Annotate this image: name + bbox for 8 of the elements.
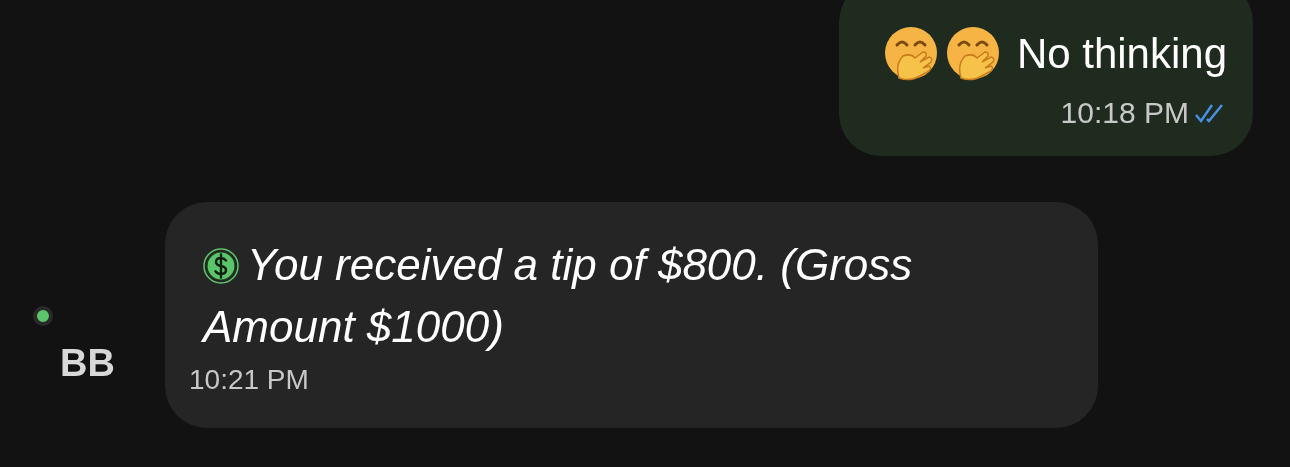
hand-over-mouth-emoji-icon	[882, 26, 939, 82]
sender-initials: BB	[60, 342, 115, 385]
message-text: You received a tip of $800. (Gross Amount $1000)	[203, 239, 914, 353]
message-time: 10:21 PM	[189, 364, 310, 396]
hand-over-mouth-emoji-icon	[944, 26, 1001, 82]
message-text: No thinking	[1016, 30, 1227, 78]
message-time: 10:18 PM	[1060, 96, 1189, 130]
dollar-coin-icon	[203, 248, 239, 284]
